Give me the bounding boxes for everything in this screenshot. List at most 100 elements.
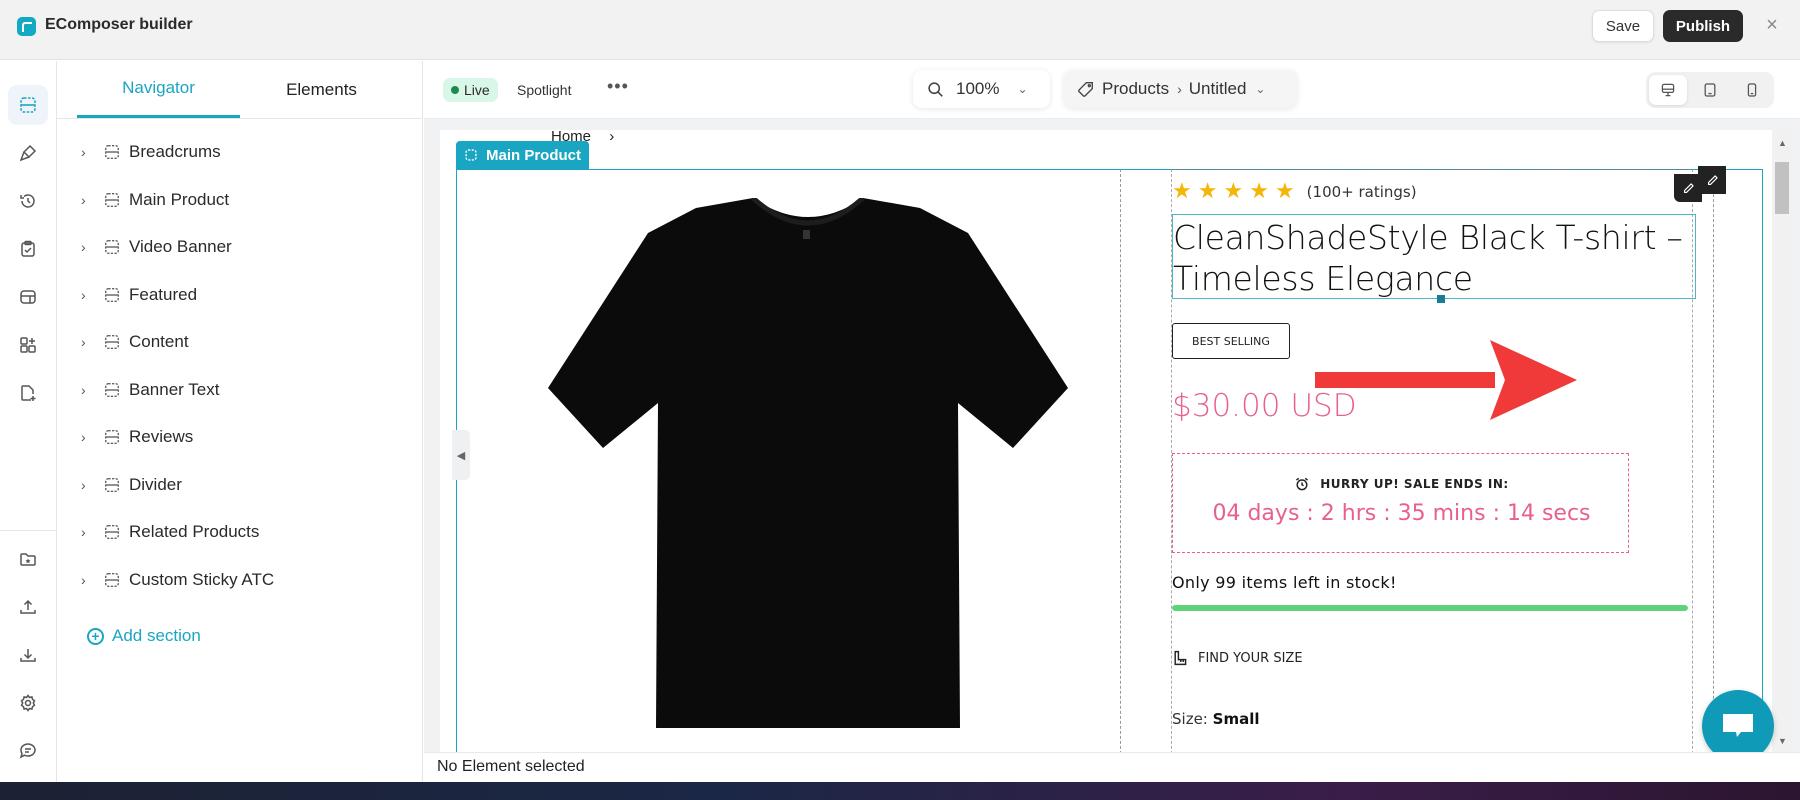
add-page-icon[interactable] bbox=[8, 373, 48, 413]
live-label: Live bbox=[464, 82, 490, 98]
layout-icon[interactable] bbox=[8, 277, 48, 317]
chevron-right-icon[interactable]: › bbox=[81, 524, 95, 540]
clipboard-check-icon[interactable] bbox=[8, 229, 48, 269]
add-section-label: Add section bbox=[112, 626, 201, 645]
tablet-view-icon[interactable] bbox=[1691, 75, 1729, 105]
navigator-item-label: Divider bbox=[129, 474, 182, 494]
navigator-item-label: Content bbox=[129, 332, 189, 351]
navigator-item[interactable]: › Custom Sticky ATC bbox=[81, 565, 274, 595]
tag-icon bbox=[1078, 81, 1093, 97]
search-icon bbox=[928, 81, 943, 97]
tab-elements[interactable]: Elements bbox=[240, 61, 403, 118]
product-title-box[interactable]: CleanShadeStyle Black T-shirt – Timeless… bbox=[1172, 214, 1696, 303]
brush-icon[interactable] bbox=[8, 133, 48, 173]
ruler-icon bbox=[1174, 650, 1187, 666]
page-selector-dropdown[interactable]: Products › Untitled ⌄ bbox=[1064, 70, 1297, 108]
navigator-item[interactable]: › Divider bbox=[81, 470, 182, 500]
publish-button[interactable]: Publish bbox=[1663, 10, 1743, 42]
device-switcher bbox=[1646, 72, 1774, 108]
upload-icon[interactable] bbox=[8, 587, 48, 627]
zoom-value: 100% bbox=[956, 79, 1000, 98]
best-selling-badge: BEST SELLING bbox=[1172, 323, 1290, 359]
navigator-item[interactable]: › Banner Text bbox=[81, 375, 219, 405]
canvas-toolbar: Live Spotlight ••• 100% ⌄ Products › Unt… bbox=[424, 61, 1800, 119]
close-icon[interactable]: × bbox=[1762, 12, 1782, 38]
navigator-item-label: Custom Sticky ATC bbox=[129, 569, 275, 589]
chevron-right-icon[interactable]: › bbox=[81, 572, 95, 588]
plus-circle-icon: + bbox=[87, 627, 104, 645]
mobile-view-icon[interactable] bbox=[1733, 75, 1771, 105]
stock-progress-bar bbox=[1172, 605, 1688, 611]
chevron-right-icon[interactable]: › bbox=[81, 429, 95, 445]
navigator-item[interactable]: › Featured bbox=[81, 280, 197, 310]
sections-icon[interactable] bbox=[8, 85, 48, 125]
edit-icon[interactable] bbox=[1698, 166, 1726, 194]
page-type-label: Products bbox=[1102, 79, 1170, 98]
section-icon bbox=[465, 149, 477, 161]
canvas-scrollbar[interactable]: ▲ ▼ bbox=[1772, 130, 1792, 752]
download-icon[interactable] bbox=[8, 635, 48, 675]
desktop-view-icon[interactable] bbox=[1649, 75, 1687, 105]
find-your-size-link[interactable]: FIND YOUR SIZE bbox=[1172, 650, 1303, 666]
size-value: Small bbox=[1212, 710, 1260, 728]
navigator-item[interactable]: › Related Products bbox=[81, 517, 259, 547]
product-image[interactable] bbox=[548, 198, 1068, 728]
chevron-right-icon[interactable]: › bbox=[81, 287, 95, 303]
desktop-taskbar-edge bbox=[0, 782, 1800, 800]
rating-count: (100+ ratings) bbox=[1306, 182, 1417, 201]
scroll-thumb[interactable] bbox=[1775, 162, 1789, 214]
add-widget-icon[interactable] bbox=[8, 325, 48, 365]
chevron-right-icon[interactable]: › bbox=[81, 192, 95, 208]
chevron-right-icon: › bbox=[1177, 81, 1182, 97]
navigator-item[interactable]: › Content bbox=[81, 327, 189, 357]
navigator-item[interactable]: › Main Product bbox=[81, 185, 229, 215]
selection-status: No Element selected bbox=[437, 758, 585, 775]
resize-handle[interactable] bbox=[1437, 295, 1445, 303]
navigator-item-label: Breadcrums bbox=[129, 142, 221, 161]
chevron-right-icon[interactable]: › bbox=[81, 144, 95, 160]
folder-star-icon[interactable] bbox=[8, 539, 48, 579]
section-icon bbox=[104, 192, 120, 207]
chevron-right-icon[interactable]: › bbox=[81, 477, 95, 493]
left-icon-rail bbox=[0, 61, 57, 782]
section-icon bbox=[104, 524, 120, 540]
add-section-button[interactable]: + Add section bbox=[87, 621, 201, 651]
status-bar: No Element selected bbox=[424, 752, 1800, 782]
history-icon[interactable] bbox=[8, 181, 48, 221]
product-title[interactable]: CleanShadeStyle Black T-shirt – Timeless… bbox=[1173, 217, 1695, 299]
star-icon: ★ bbox=[1274, 178, 1295, 203]
more-options-icon[interactable]: ••• bbox=[607, 76, 629, 100]
collapse-panel-handle[interactable]: ◀ bbox=[452, 430, 470, 480]
feedback-icon[interactable] bbox=[8, 731, 48, 771]
zoom-dropdown[interactable]: 100% ⌄ bbox=[913, 70, 1050, 108]
navigator-item[interactable]: › Reviews bbox=[81, 422, 193, 452]
navigator-item-label: Reviews bbox=[129, 427, 194, 446]
rail-divider bbox=[0, 530, 57, 531]
save-button[interactable]: Save bbox=[1592, 10, 1654, 42]
navigator-item[interactable]: › Breadcrums bbox=[81, 137, 221, 167]
section-icon bbox=[104, 572, 120, 587]
timer-heading: HURRY UP! SALE ENDS IN: bbox=[1173, 476, 1630, 492]
timer-value: 04 days : 2 hrs : 35 mins : 14 secs bbox=[1212, 501, 1591, 526]
live-badge[interactable]: Live bbox=[443, 78, 498, 102]
navigator-item-label: Related Products bbox=[129, 522, 260, 541]
breadcrumb-separator-icon: › bbox=[609, 130, 615, 145]
size-label: Size: bbox=[1172, 710, 1208, 728]
chevron-down-icon: ⌄ bbox=[1255, 82, 1266, 96]
settings-icon[interactable] bbox=[8, 683, 48, 723]
spotlight-button[interactable]: Spotlight bbox=[517, 78, 571, 102]
scroll-down-icon[interactable]: ▼ bbox=[1778, 736, 1787, 746]
chevron-right-icon[interactable]: › bbox=[81, 334, 95, 350]
scroll-up-icon[interactable]: ▲ bbox=[1778, 138, 1787, 148]
chevron-right-icon[interactable]: › bbox=[81, 239, 95, 255]
tab-navigator[interactable]: Navigator bbox=[77, 61, 240, 118]
navigator-item[interactable]: › Video Banner bbox=[81, 232, 232, 262]
section-icon bbox=[104, 429, 120, 445]
page-preview: Home › Main Product ◀ ★ ★ ★ ★ ★ (100+ rating… bbox=[440, 130, 1772, 752]
product-info-column: ★ ★ ★ ★ ★ (100+ ratings) CleanShadeStyle Bla… bbox=[1120, 166, 1726, 752]
app-title: EComposer builder bbox=[45, 16, 193, 33]
chevron-down-icon: ⌄ bbox=[1017, 82, 1028, 96]
find-size-label: FIND YOUR SIZE bbox=[1198, 650, 1303, 666]
chevron-right-icon[interactable]: › bbox=[81, 382, 95, 398]
section-tag[interactable]: Main Product bbox=[456, 141, 590, 169]
